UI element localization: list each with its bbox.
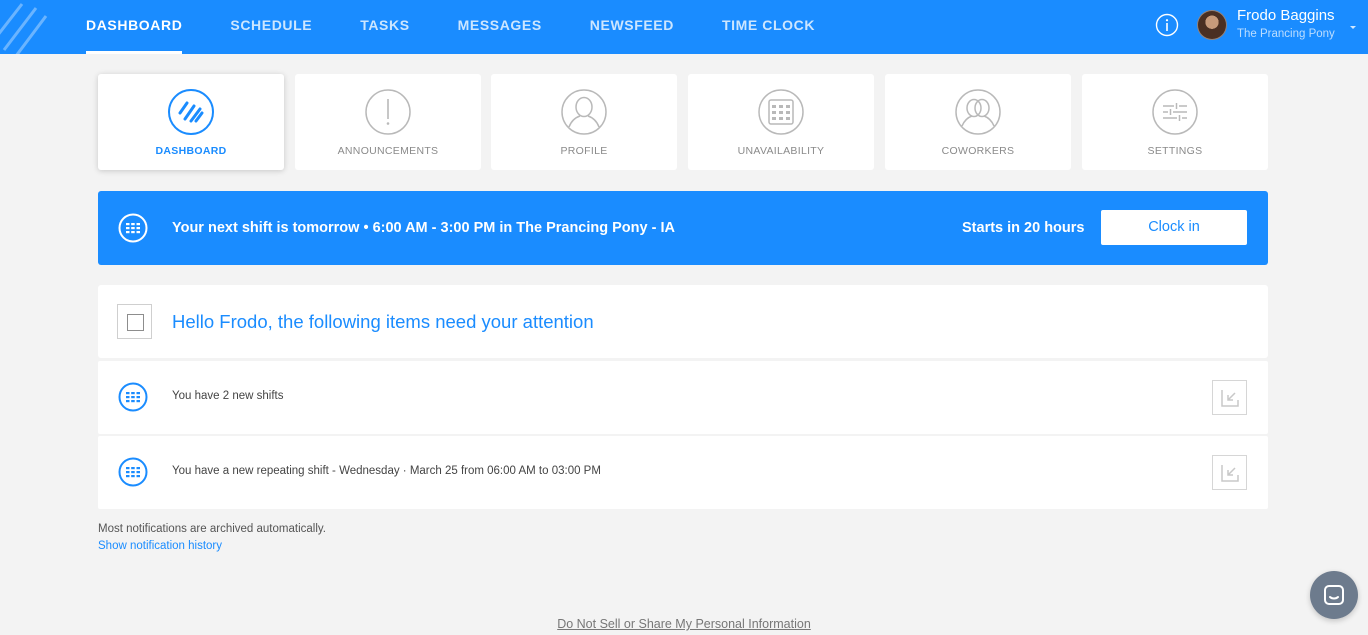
dashboard-logo-icon: [168, 89, 214, 135]
nav-schedule[interactable]: SCHEDULE: [230, 0, 312, 54]
notification-text[interactable]: You have a new repeating shift - Wednesd…: [172, 465, 601, 477]
nav-messages[interactable]: MESSAGES: [458, 0, 542, 54]
tile-unavailability[interactable]: UNAVAILABILITY: [688, 74, 874, 170]
archived-note: Most notifications are archived automati…: [98, 523, 326, 535]
tile-label: ANNOUNCEMENTS: [337, 145, 439, 157]
sliders-icon: [1152, 89, 1198, 135]
chat-icon: [1324, 585, 1344, 605]
shift-countdown: Starts in 20 hours: [962, 220, 1085, 236]
user-name[interactable]: Frodo Baggins: [1237, 7, 1335, 24]
tile-label: COWORKERS: [941, 145, 1015, 157]
info-circle-icon[interactable]: [1155, 13, 1179, 37]
top-navigation-bar: DASHBOARD SCHEDULE TASKS MESSAGES NEWSFE…: [0, 0, 1368, 54]
tile-settings[interactable]: SETTINGS: [1082, 74, 1268, 170]
notification-text[interactable]: You have 2 new shifts: [172, 390, 283, 402]
select-all-checkbox[interactable]: [117, 304, 152, 339]
nav-time-clock[interactable]: TIME CLOCK: [722, 0, 815, 54]
people-icon: [955, 89, 1001, 135]
archive-button[interactable]: [1212, 380, 1247, 415]
next-shift-text: Your next shift is tomorrow • 6:00 AM - …: [172, 220, 675, 236]
privacy-link[interactable]: Do Not Sell or Share My Personal Informa…: [0, 617, 1368, 631]
tile-profile[interactable]: PROFILE: [491, 74, 677, 170]
chevron-down-icon[interactable]: [1348, 22, 1358, 32]
chat-button[interactable]: [1310, 571, 1358, 619]
quick-links: DASHBOARD ANNOUNCEMENTS PROFILE UNAVAILA…: [98, 74, 1268, 170]
archive-arrow-icon: [1221, 390, 1239, 407]
user-location: The Prancing Pony: [1237, 28, 1335, 40]
nav-dashboard[interactable]: DASHBOARD: [86, 0, 183, 54]
tile-label: UNAVAILABILITY: [737, 145, 825, 157]
avatar[interactable]: [1197, 10, 1227, 40]
tile-label: PROFILE: [560, 145, 608, 157]
main-nav: DASHBOARD SCHEDULE TASKS MESSAGES NEWSFE…: [86, 0, 863, 54]
archive-button[interactable]: [1212, 455, 1247, 490]
nav-newsfeed[interactable]: NEWSFEED: [590, 0, 674, 54]
tile-dashboard[interactable]: DASHBOARD: [98, 74, 284, 170]
show-notification-history-link[interactable]: Show notification history: [98, 540, 222, 552]
nav-tasks[interactable]: TASKS: [360, 0, 409, 54]
calendar-icon: [758, 89, 804, 135]
tile-label: SETTINGS: [1147, 145, 1203, 157]
calendar-icon: [118, 382, 148, 412]
tile-label: DASHBOARD: [155, 145, 227, 157]
calendar-icon: [118, 457, 148, 487]
list-item: You have 2 new shifts: [98, 361, 1268, 434]
brand-logo-icon[interactable]: [0, 0, 60, 54]
exclamation-icon: [365, 89, 411, 135]
person-icon: [561, 89, 607, 135]
tile-coworkers[interactable]: COWORKERS: [885, 74, 1071, 170]
archive-arrow-icon: [1221, 465, 1239, 482]
attention-card: Hello Frodo, the following items need yo…: [98, 285, 1268, 358]
next-shift-banner: Your next shift is tomorrow • 6:00 AM - …: [98, 191, 1268, 265]
list-item: You have a new repeating shift - Wednesd…: [98, 436, 1268, 509]
tile-announcements[interactable]: ANNOUNCEMENTS: [295, 74, 481, 170]
calendar-icon: [118, 213, 148, 243]
attention-title: Hello Frodo, the following items need yo…: [172, 311, 594, 332]
clock-in-button[interactable]: Clock in: [1101, 210, 1247, 245]
